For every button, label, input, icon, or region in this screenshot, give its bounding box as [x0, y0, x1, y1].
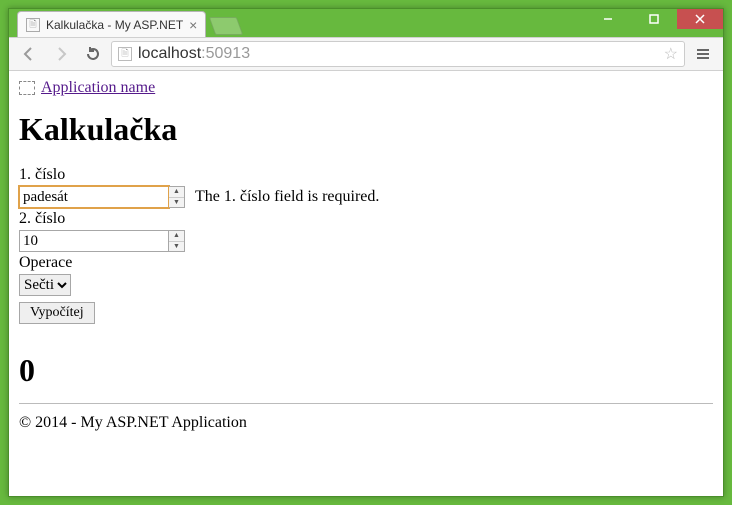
brand-row: Application name	[19, 79, 713, 97]
input-num2[interactable]	[19, 230, 169, 252]
brand-logo-placeholder	[19, 81, 35, 95]
titlebar: 🗎 Kalkulačka - My ASP.NET ×	[9, 9, 723, 37]
validation-msg-num1: The 1. číslo field is required.	[195, 188, 379, 205]
label-num1: 1. číslo	[19, 166, 713, 184]
submit-button[interactable]: Vypočítej	[19, 302, 95, 324]
window-controls	[585, 9, 723, 29]
page-title: Kalkulačka	[19, 111, 713, 148]
window-close-button[interactable]	[677, 9, 723, 29]
maximize-button[interactable]	[631, 9, 677, 29]
browser-tab[interactable]: 🗎 Kalkulačka - My ASP.NET ×	[17, 11, 206, 37]
chevron-down-icon[interactable]: ▼	[169, 198, 184, 208]
row-operation: Sečti	[19, 274, 713, 296]
label-operation: Operace	[19, 254, 713, 272]
back-button[interactable]	[15, 41, 43, 67]
minimize-button[interactable]	[585, 9, 631, 29]
label-num2: 2. číslo	[19, 210, 713, 228]
url-text: localhost:50913	[138, 45, 658, 63]
tab-title: Kalkulačka - My ASP.NET	[46, 18, 183, 32]
result-value: 0	[19, 352, 713, 389]
menu-button[interactable]	[689, 41, 717, 67]
browser-window: 🗎 Kalkulačka - My ASP.NET ×	[8, 8, 724, 497]
reload-button[interactable]	[79, 41, 107, 67]
file-icon: 🗎	[26, 18, 40, 32]
chevron-up-icon[interactable]: ▲	[169, 231, 184, 242]
footer-divider	[19, 403, 713, 404]
operation-select[interactable]: Sečti	[19, 274, 71, 296]
chevron-down-icon[interactable]: ▼	[169, 242, 184, 252]
footer-text: © 2014 - My ASP.NET Application	[19, 414, 713, 432]
spinner-num1[interactable]: ▲▼	[169, 186, 185, 208]
spinner-num2[interactable]: ▲▼	[169, 230, 185, 252]
forward-button[interactable]	[47, 41, 75, 67]
tab-strip: 🗎 Kalkulačka - My ASP.NET ×	[17, 11, 240, 37]
application-name-link[interactable]: Application name	[41, 79, 155, 97]
bookmark-star-icon[interactable]: ☆	[664, 44, 678, 64]
row-num1: ▲▼ The 1. číslo field is required.	[19, 186, 713, 208]
browser-toolbar: 🗎 localhost:50913 ☆	[9, 37, 723, 71]
input-num1[interactable]	[19, 186, 169, 208]
chevron-up-icon[interactable]: ▲	[169, 187, 184, 198]
page-icon: 🗎	[118, 47, 132, 61]
new-tab-button[interactable]	[209, 17, 244, 35]
tab-close-icon[interactable]: ×	[189, 18, 197, 32]
address-bar[interactable]: 🗎 localhost:50913 ☆	[111, 41, 685, 67]
page-content: Application name Kalkulačka 1. číslo ▲▼ …	[9, 71, 723, 440]
row-num2: ▲▼	[19, 230, 713, 252]
